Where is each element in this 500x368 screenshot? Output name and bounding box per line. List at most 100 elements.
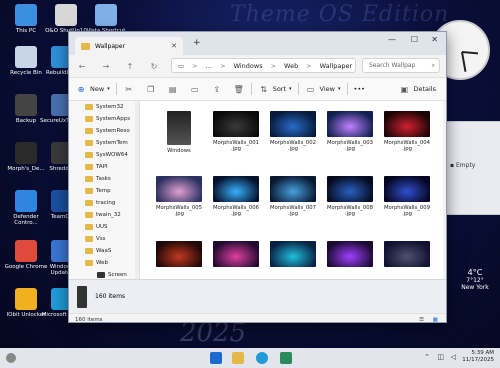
chevron-up-icon[interactable]: ⌃ (424, 353, 430, 361)
app-icon (15, 46, 37, 68)
store-icon[interactable] (280, 352, 292, 364)
file-explorer-icon[interactable] (232, 352, 244, 364)
image-thumbnail (213, 111, 259, 137)
cut-icon[interactable]: ✂ (123, 85, 135, 94)
details-pane-icon: ▣ (400, 84, 409, 94)
tab-wallpaper[interactable]: Wallpaper ✕ (75, 37, 183, 55)
list-view-icon[interactable]: ☰ (419, 317, 424, 323)
paste-icon[interactable]: ▤ (167, 85, 179, 94)
nav-tree-item[interactable]: Vss (69, 233, 139, 245)
copy-icon[interactable]: ❐ (145, 85, 157, 94)
file-item[interactable]: MorphsWalls_003 .jpg (323, 111, 377, 152)
file-extension: .jpg (402, 211, 412, 217)
folder-icon (85, 212, 93, 218)
nav-tree-item[interactable]: TAPI (69, 161, 139, 173)
file-item[interactable]: MorphsWalls_005 .jpg (152, 176, 206, 217)
nav-tree-item[interactable]: twain_32 (69, 209, 139, 221)
nav-tree-item[interactable]: System32 (69, 101, 139, 113)
app-icon (15, 142, 37, 164)
nav-tree-item[interactable]: Screen (69, 269, 139, 279)
sort-button[interactable]: ⇅ Sort ▾ (258, 85, 291, 94)
file-item[interactable]: MorphsWalls_008 .jpg (323, 176, 377, 217)
file-item[interactable] (380, 241, 434, 270)
file-item[interactable] (152, 241, 206, 270)
nav-tree-label: SystemApps (96, 116, 131, 122)
breadcrumb-sep: > (192, 61, 198, 70)
forward-button[interactable]: → (99, 62, 113, 71)
search-input[interactable]: Search Wallpap ⌕ (362, 58, 440, 73)
minimize-button[interactable]: — (388, 35, 396, 44)
image-thumbnail (270, 111, 316, 137)
image-thumbnail (327, 241, 373, 267)
nav-tree-item[interactable]: tracing (69, 197, 139, 209)
network-icon[interactable]: ◫ (437, 353, 444, 361)
nav-tree-item[interactable]: Temp (69, 185, 139, 197)
tab-close-button[interactable]: ✕ (171, 42, 177, 50)
volume-icon[interactable]: ◁ (451, 353, 456, 361)
nav-tree-label: SysWOW64 (96, 152, 128, 158)
file-item[interactable]: MorphsWalls_007 .jpg (266, 176, 320, 217)
new-button[interactable]: ⊕ New ▾ (75, 85, 110, 94)
file-item[interactable]: MorphsWalls_009 .jpg (380, 176, 434, 217)
nav-tree-item[interactable]: UUS (69, 221, 139, 233)
grid-view-icon[interactable]: ▦ (433, 317, 438, 323)
nav-scrollbar[interactable] (135, 101, 139, 279)
file-item[interactable]: MorphsWalls_002 .jpg (266, 111, 320, 152)
breadcrumb-web[interactable]: Web (284, 62, 298, 70)
image-thumbnail (156, 176, 202, 202)
weather-widget: 4°C 7°12° New York (452, 268, 498, 291)
file-extension: .jpg (402, 146, 412, 152)
refresh-button[interactable]: ↻ (147, 62, 161, 71)
address-bar[interactable]: ▭ > … > Windows > Web > Wallpaper (171, 58, 356, 73)
folder-icon (85, 200, 93, 206)
delete-icon[interactable]: 🗑 (233, 85, 245, 94)
start-icon[interactable] (210, 352, 222, 364)
view-button[interactable]: ▭ View ▾ (305, 85, 341, 94)
image-thumbnail (327, 176, 373, 202)
divider (346, 83, 348, 95)
file-explorer-window: Wallpaper ✕ + — ☐ ✕ ← → ↑ ↻ ▭ > … > Wind… (68, 31, 447, 323)
navigation-pane[interactable]: System32 SystemApps SystemReso SystemTem Sys… (69, 101, 140, 279)
maximize-button[interactable]: ☐ (411, 35, 418, 44)
app-icon (15, 190, 37, 212)
more-options-button[interactable]: ••• (354, 85, 366, 93)
file-item[interactable]: MorphsWalls_006 .jpg (209, 176, 263, 217)
nav-tree-label: TAPI (96, 164, 108, 170)
rename-icon[interactable]: ▭ (189, 85, 201, 94)
widgets-icon[interactable] (6, 353, 16, 363)
folder-icon (85, 176, 93, 182)
navigation-bar: ← → ↑ ↻ ▭ > … > Windows > Web > Wallpape… (69, 55, 446, 77)
share-icon[interactable]: ⇪ (211, 85, 223, 94)
file-item[interactable] (209, 241, 263, 270)
up-button[interactable]: ↑ (123, 62, 137, 71)
desktop-icon[interactable]: O&O ShutUp10 (44, 4, 88, 34)
file-item[interactable]: MorphsWalls_001 .jpg (209, 111, 263, 152)
nav-tree-item[interactable]: Web (69, 257, 139, 269)
tray-time: 5:39 AM (471, 350, 494, 356)
file-item[interactable] (266, 241, 320, 270)
file-item[interactable] (323, 241, 377, 270)
image-thumbnail (213, 241, 259, 267)
file-extension: .jpg (231, 211, 241, 217)
grid-scrollbar[interactable] (443, 101, 446, 279)
breadcrumb-more[interactable]: … (206, 62, 213, 70)
edge-icon[interactable] (256, 352, 268, 364)
nav-tree-item[interactable]: SystemApps (69, 113, 139, 125)
empty-widget[interactable]: ▪ Empty (441, 121, 500, 215)
desktop-icon[interactable]: Vista Shortcut (84, 4, 128, 34)
breadcrumb-windows[interactable]: Windows (234, 62, 263, 70)
close-window-button[interactable]: ✕ (431, 35, 438, 44)
desktop-icon[interactable]: This PC (4, 4, 48, 34)
new-tab-button[interactable]: + (193, 38, 201, 48)
nav-tree-item[interactable]: SystemTem (69, 137, 139, 149)
file-item[interactable]: MorphsWalls_004 .jpg (380, 111, 434, 152)
nav-tree-item[interactable]: WaaS (69, 245, 139, 257)
back-button[interactable]: ← (75, 62, 89, 71)
clock-tray[interactable]: 5:39 AM 11/17/2025 (462, 350, 494, 364)
nav-tree-item[interactable]: SysWOW64 (69, 149, 139, 161)
details-button[interactable]: ▣ Details (398, 85, 436, 94)
file-item[interactable]: Windows (152, 111, 206, 154)
nav-tree-item[interactable]: SystemReso (69, 125, 139, 137)
breadcrumb-wallpaper[interactable]: Wallpaper (320, 62, 353, 70)
nav-tree-item[interactable]: Tasks (69, 173, 139, 185)
